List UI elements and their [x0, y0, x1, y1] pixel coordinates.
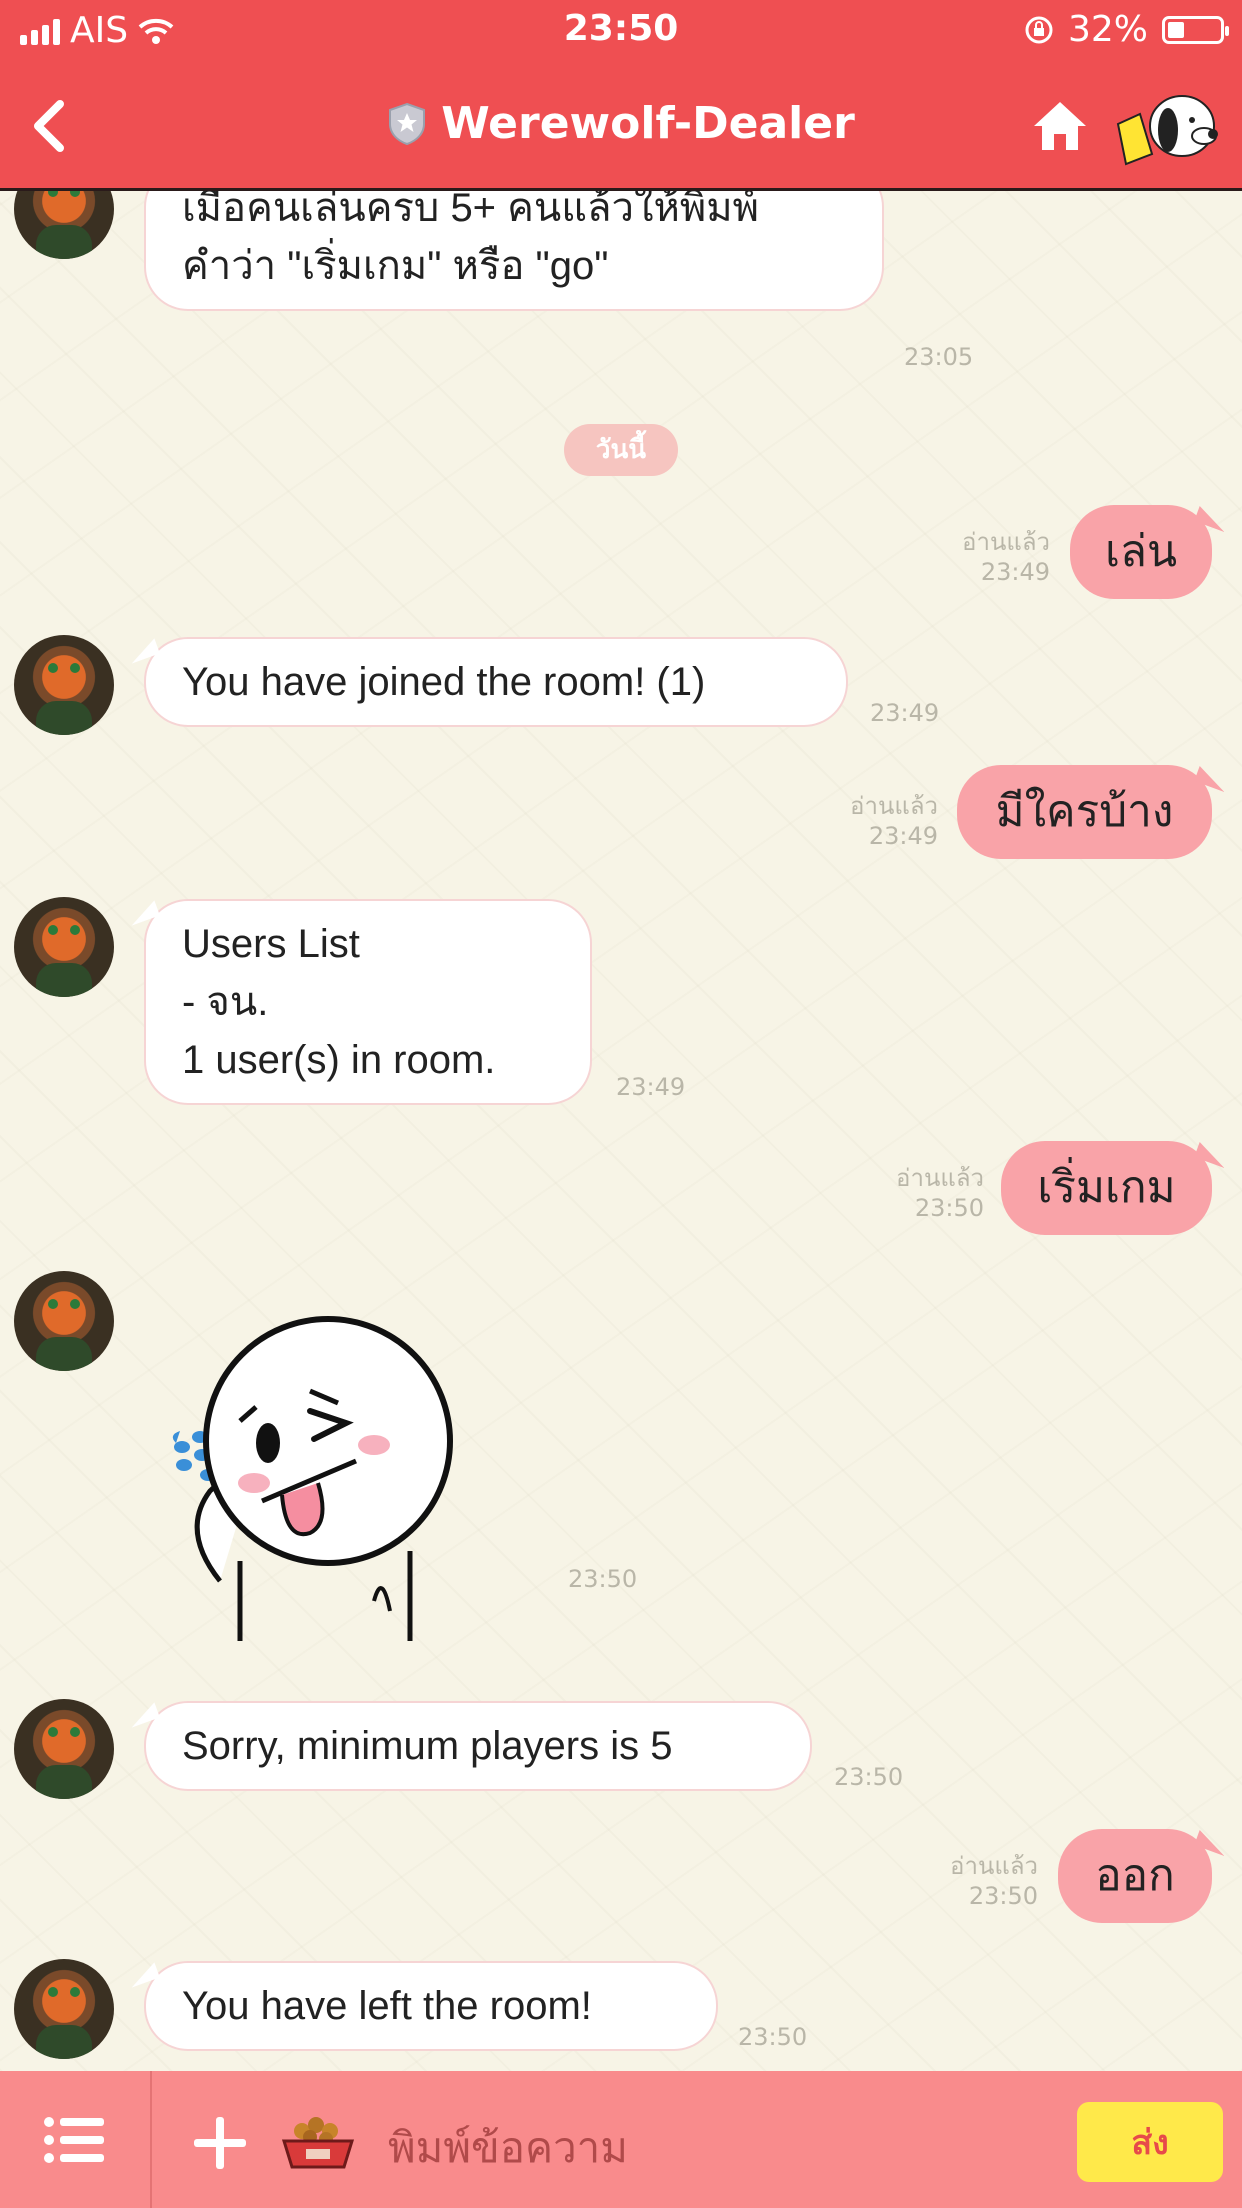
chat-area[interactable]: เมื่อคนเล่นครบ 5+ คนแล้วให้พิมพ์ คำว่า "…	[0, 191, 1242, 2071]
message-time: 23:50	[834, 1763, 904, 1791]
outgoing-message[interactable]: ออก	[1058, 1829, 1212, 1923]
status-bar: AIS 23:50 32%	[0, 0, 1242, 62]
incoming-message[interactable]: You have joined the room! (1)	[144, 637, 848, 727]
incoming-message[interactable]: เมื่อคนเล่นครบ 5+ คนแล้วให้พิมพ์ คำว่า "…	[144, 191, 884, 311]
outgoing-message[interactable]: มีใครบ้าง	[957, 765, 1212, 859]
message-time: 23:05	[904, 343, 974, 371]
read-receipt: อ่านแล้ว 23:49	[850, 792, 938, 850]
list-menu-icon[interactable]	[44, 2117, 106, 2163]
bot-avatar[interactable]	[14, 1959, 114, 2059]
bot-avatar[interactable]	[14, 191, 114, 259]
read-receipt: อ่านแล้ว 23:49	[962, 528, 1050, 586]
outgoing-message[interactable]: เล่น	[1070, 505, 1212, 599]
read-receipt: อ่านแล้ว 23:50	[950, 1852, 1038, 1910]
date-separator: วันนี้	[564, 424, 678, 476]
status-right: 32%	[1024, 9, 1229, 50]
bot-avatar[interactable]	[14, 1699, 114, 1799]
message-time: 23:49	[870, 699, 940, 727]
chat-header: Werewolf-Dealer	[0, 62, 1242, 191]
food-bowl-icon[interactable]	[280, 2111, 356, 2171]
send-button[interactable]: ส่ง	[1077, 2102, 1223, 2182]
battery-percent: 32%	[1067, 9, 1148, 50]
message-time: 23:50	[738, 2023, 808, 2051]
divider	[150, 2071, 152, 2208]
message-time: 23:50	[568, 1565, 638, 1593]
home-icon[interactable]	[1030, 98, 1090, 154]
outgoing-message[interactable]: เริ่มเกม	[1001, 1141, 1212, 1235]
snoopy-icon[interactable]	[1112, 84, 1224, 168]
read-receipt: อ่านแล้ว 23:50	[896, 1164, 984, 1222]
message-input[interactable]: พิมพ์ข้อความ	[388, 2115, 628, 2181]
bot-avatar[interactable]	[14, 897, 114, 997]
plus-icon[interactable]	[192, 2115, 248, 2171]
incoming-message[interactable]: Users List - จน. 1 user(s) in room.	[144, 899, 592, 1105]
message-time: 23:49	[616, 1073, 686, 1101]
page-title: Werewolf-Dealer	[441, 98, 855, 149]
wink-tongue-sticker[interactable]	[160, 1311, 500, 1651]
shield-star-icon	[389, 102, 426, 145]
message-input-bar: พิมพ์ข้อความ ส่ง	[0, 2071, 1242, 2208]
bot-avatar[interactable]	[14, 1271, 114, 1371]
battery-icon	[1162, 15, 1229, 44]
bot-avatar[interactable]	[14, 635, 114, 735]
rotation-lock-icon	[1025, 16, 1053, 43]
incoming-message[interactable]: You have left the room!	[144, 1961, 718, 2051]
incoming-message[interactable]: Sorry, minimum players is 5	[144, 1701, 812, 1791]
